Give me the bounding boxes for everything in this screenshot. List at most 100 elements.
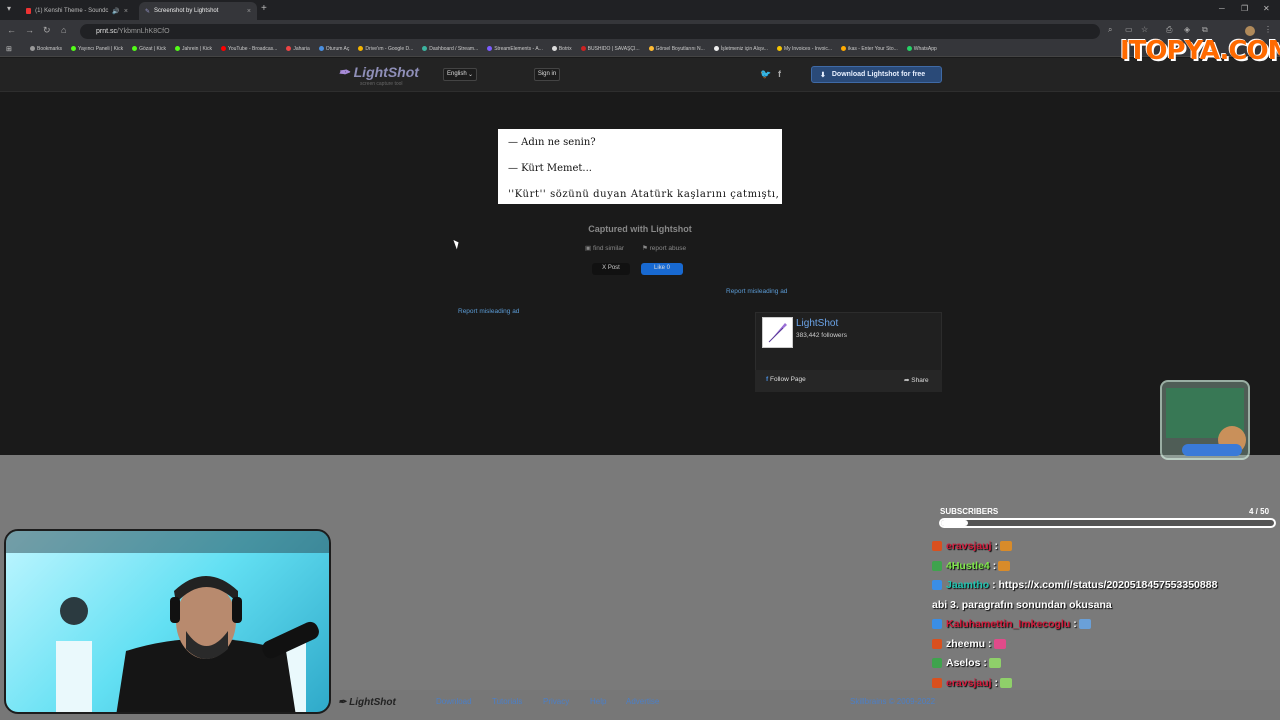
- zoom-icon[interactable]: ⌕: [1108, 25, 1112, 35]
- profile-avatar[interactable]: [1245, 26, 1255, 36]
- star-icon[interactable]: ☆: [1141, 25, 1148, 34]
- chevron-down-icon: ⌄: [467, 72, 473, 78]
- feather-icon: [768, 323, 787, 343]
- bookmark-item[interactable]: StreamElements - A...: [487, 46, 543, 52]
- chat-username: 4Hustle4: [946, 559, 990, 572]
- footer-link-advertise[interactable]: Advertise: [626, 697, 659, 706]
- chat-username: Kaluhamettin_Imkecoglu: [946, 618, 1071, 630]
- bookmark-item[interactable]: WhatsApp: [906, 46, 937, 52]
- twitter-icon[interactable]: 🐦: [760, 69, 771, 80]
- report-abuse-link[interactable]: ⚑ report abuse: [642, 244, 686, 252]
- footer-link-tutorials[interactable]: Tutorials: [492, 697, 522, 706]
- follow-page-button[interactable]: f Follow Page: [766, 376, 806, 383]
- address-bar[interactable]: prnt.sc/YkbmnLhK8CfO: [80, 24, 1100, 39]
- back-icon[interactable]: ←: [7, 25, 16, 35]
- cast-icon[interactable]: ▭: [1125, 25, 1133, 34]
- captured-caption: Captured with Lightshot: [588, 224, 692, 234]
- footer-link-help[interactable]: Help: [590, 697, 606, 706]
- tab-search-icon[interactable]: ▾: [7, 4, 11, 13]
- bookmark-item[interactable]: Drive'ım - Google D...: [358, 46, 413, 52]
- chat-emote-icon: [993, 638, 1006, 649]
- footer-link-privacy[interactable]: Privacy: [543, 697, 569, 706]
- skillbrains-link[interactable]: Skillbrains: [850, 697, 886, 706]
- apps-icon[interactable]: ⊞: [6, 45, 12, 53]
- bookmark-item[interactable]: Jahrein | Kick: [175, 46, 212, 52]
- bookmark-item[interactable]: ikas - Enter Your Sto...: [841, 46, 898, 52]
- bookmark-item[interactable]: Görsel Boyutlarını N...: [648, 46, 705, 52]
- report-misleading-ad-link[interactable]: Report misleading ad: [458, 308, 519, 315]
- sponsor-logo: ITOPYA.COM: [1120, 36, 1280, 66]
- kick-icon: [132, 46, 138, 52]
- extension-icon[interactable]: ◈: [1184, 25, 1190, 34]
- footer-link-download[interactable]: Download: [436, 697, 472, 706]
- chat-emote-icon: [988, 658, 1001, 669]
- bookmark-item[interactable]: Oturum Aç: [318, 46, 349, 52]
- share-icon: ➦: [904, 377, 910, 384]
- fb-page-name[interactable]: LightShot: [796, 318, 838, 329]
- mascot-icon: [1166, 388, 1246, 456]
- forward-icon[interactable]: →: [25, 25, 34, 35]
- home-icon[interactable]: ⌂: [61, 25, 66, 35]
- site-icon: [286, 46, 292, 52]
- share-button[interactable]: ➦ Share: [904, 376, 929, 384]
- chat-badge-icon: [932, 560, 942, 571]
- print-icon[interactable]: ⎙: [1166, 25, 1172, 35]
- find-similar-link[interactable]: ▣ find similar: [585, 244, 624, 252]
- bookmark-item[interactable]: İşletmeniz için Alışv...: [713, 46, 768, 52]
- screenshot-line: ''Kürt'' sözünü duyan Atatürk kaşlarını …: [508, 189, 780, 200]
- bookmark-item[interactable]: Dashboard / Stream...: [422, 46, 478, 52]
- lightshot-logo[interactable]: ✒ LightShot: [338, 64, 419, 81]
- new-tab-icon[interactable]: +: [261, 3, 267, 14]
- screenshot-image: — Adın ne senin? — Kürt Memet... ''Kürt'…: [498, 129, 782, 204]
- speaker-icon: 🔊: [112, 8, 120, 15]
- stream-chat: eravsjauj :4Hustle4 : Jaamtho : https://x…: [932, 537, 1272, 693]
- site-icon: [580, 46, 586, 52]
- chat-message: Jaamtho : https://x.com/i/status/2020518…: [932, 576, 1272, 596]
- window-close-icon[interactable]: ✕: [1263, 4, 1270, 13]
- x-post-button[interactable]: X Post: [592, 263, 630, 275]
- tab-lightshot[interactable]: ✎ Screenshot by Lightshot ×: [139, 2, 257, 20]
- language-select[interactable]: English ⌄: [443, 68, 477, 81]
- bookmark-item[interactable]: Jaharia: [286, 46, 310, 52]
- chat-text: :: [1070, 618, 1077, 630]
- site-icon: [841, 46, 847, 52]
- chat-badge-icon: [932, 677, 942, 688]
- facebook-icon[interactable]: f: [778, 69, 781, 79]
- tab-title: (1) Kenshi Theme - Soundc: [35, 8, 109, 14]
- reload-icon[interactable]: ↻: [43, 25, 51, 36]
- bookmark-item[interactable]: Gözat | Kick: [132, 46, 166, 52]
- chat-badge-icon: [932, 541, 942, 552]
- subscribers-count: 4 / 50: [1249, 507, 1270, 516]
- chat-text: :: [991, 540, 998, 552]
- minimize-icon[interactable]: ─: [1219, 4, 1225, 13]
- kick-icon: [175, 46, 181, 52]
- webcam-feed: [4, 529, 331, 714]
- fb-like-button[interactable]: Like 0: [641, 263, 683, 275]
- menu-icon[interactable]: ⋮: [1264, 25, 1272, 34]
- chat-username: zheemu: [946, 637, 986, 650]
- chat-username: Aselos: [946, 657, 981, 669]
- bookmark-item[interactable]: Yayıncı Paneli | Kick: [71, 46, 123, 52]
- close-icon[interactable]: ×: [247, 8, 251, 15]
- chat-text: :: [985, 637, 992, 650]
- chat-text: : https://x.com/i/status/202051845755335…: [989, 579, 1218, 591]
- chat-username: eravsjauj: [946, 676, 992, 689]
- lightshot-page-avatar[interactable]: [762, 317, 793, 348]
- download-button[interactable]: ⬇ Download Lightshot for free: [811, 66, 942, 83]
- screenshot-line: — Kürt Memet...: [508, 163, 592, 174]
- bookmark-item[interactable]: Botrix: [551, 46, 572, 52]
- lightshot-icon: ✎: [145, 8, 151, 15]
- bookmark-item[interactable]: YouTube - Broadcas...: [220, 46, 277, 52]
- download-icon: ⬇: [820, 71, 826, 79]
- close-icon[interactable]: ×: [124, 8, 128, 15]
- chat-emote-icon: [999, 677, 1012, 688]
- puzzle-icon[interactable]: ⧉: [1202, 25, 1208, 35]
- bookmark-item[interactable]: Bookmarks: [30, 46, 62, 52]
- tab-soundcloud[interactable]: (1) Kenshi Theme - Soundc 🔊 ×: [20, 2, 134, 20]
- chat-message: abi 3. paragrafın sonundan okusana: [932, 596, 1272, 616]
- bookmark-item[interactable]: BUSHIDO | SAVAŞÇI...: [580, 46, 640, 52]
- bookmark-item[interactable]: My Invoices - Invoic...: [776, 46, 832, 52]
- restore-icon[interactable]: ❐: [1241, 4, 1248, 13]
- report-misleading-ad-link[interactable]: Report misleading ad: [726, 288, 787, 295]
- signin-button[interactable]: Sign in: [534, 68, 560, 81]
